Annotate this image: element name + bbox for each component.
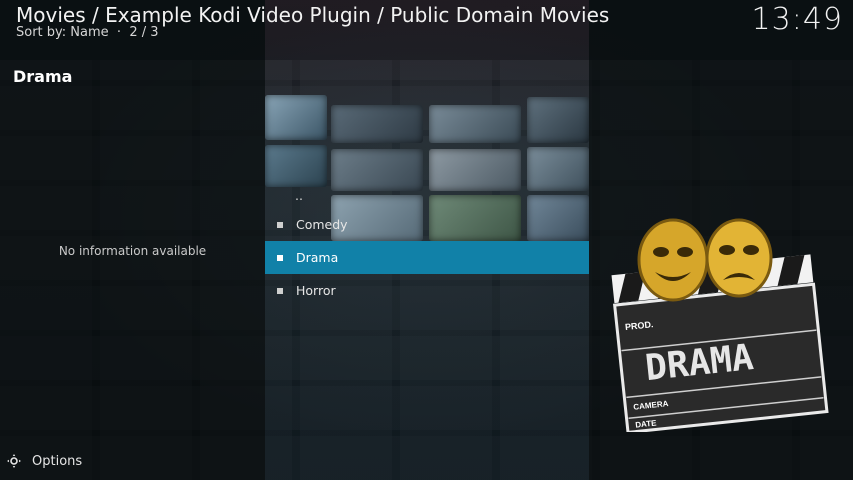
no-info-text: No information available bbox=[58, 244, 207, 258]
options-icon bbox=[7, 454, 21, 468]
options-button[interactable]: Options bbox=[6, 453, 82, 469]
parent-label: .. bbox=[295, 188, 303, 203]
list-item-horror[interactable]: Horror bbox=[265, 274, 589, 307]
options-label: Options bbox=[32, 453, 83, 469]
list-item-parent[interactable]: .. bbox=[265, 188, 589, 208]
sort-info: Sort by: Name · 2 / 3 bbox=[16, 25, 159, 40]
list-item-label: Drama bbox=[296, 250, 339, 265]
list-item-label: Horror bbox=[296, 283, 336, 298]
sort-label: Sort by: Name bbox=[16, 25, 109, 40]
clock: 13:49 bbox=[751, 2, 843, 37]
list-item-comedy[interactable]: Comedy bbox=[265, 208, 589, 241]
breadcrumb: Movies / Example Kodi Video Plugin / Pub… bbox=[16, 3, 610, 27]
bullet-icon bbox=[277, 221, 283, 228]
item-position: 2 / 3 bbox=[129, 25, 159, 40]
bullet-icon bbox=[277, 254, 283, 261]
list-item-drama[interactable]: Drama bbox=[265, 241, 589, 274]
bullet-icon bbox=[277, 287, 283, 294]
category-list: .. Comedy Drama Horror bbox=[265, 188, 589, 307]
drama-clapperboard-poster: PROD. DRAMA CAMERA DATE bbox=[611, 218, 829, 432]
separator: · bbox=[116, 25, 122, 40]
list-item-label: Comedy bbox=[296, 217, 348, 232]
section-title: Drama bbox=[13, 67, 73, 86]
